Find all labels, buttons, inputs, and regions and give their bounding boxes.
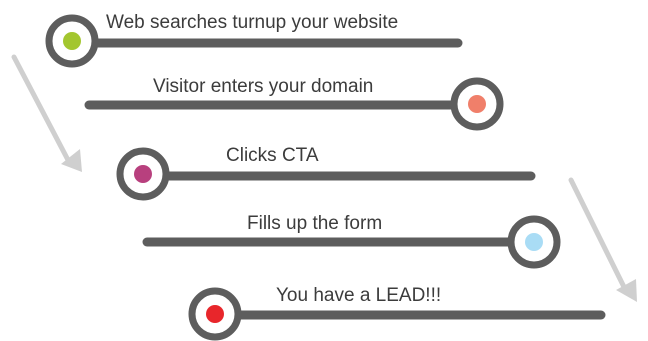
step-5: You have a LEAD!!! bbox=[188, 285, 606, 341]
step-1-label: Web searches turnup your website bbox=[106, 12, 398, 33]
step-1-dot-icon bbox=[63, 32, 81, 50]
step-2-label: Visitor enters your domain bbox=[153, 76, 373, 97]
step-3-dot-icon bbox=[134, 165, 152, 183]
step-3-label: Clicks CTA bbox=[226, 145, 319, 166]
step-1: Web searches turnup your website bbox=[45, 12, 463, 68]
step-4-label: Fills up the form bbox=[247, 213, 382, 234]
step-4-dot-icon bbox=[525, 233, 543, 251]
right-down-arrow bbox=[568, 177, 637, 302]
right-arrow-shaft bbox=[568, 177, 627, 290]
left-down-arrow bbox=[11, 54, 82, 172]
step-4: Fills up the form bbox=[142, 213, 561, 269]
step-5-dot-icon bbox=[206, 305, 224, 323]
step-5-label: You have a LEAD!!! bbox=[276, 285, 441, 306]
lead-funnel-diagram: Web searches turnup your website Visitor… bbox=[11, 12, 637, 341]
step-3: Clicks CTA bbox=[116, 145, 536, 201]
step-2: Visitor enters your domain bbox=[84, 76, 504, 131]
step-2-dot-icon bbox=[468, 95, 486, 113]
left-arrow-shaft bbox=[11, 54, 71, 163]
